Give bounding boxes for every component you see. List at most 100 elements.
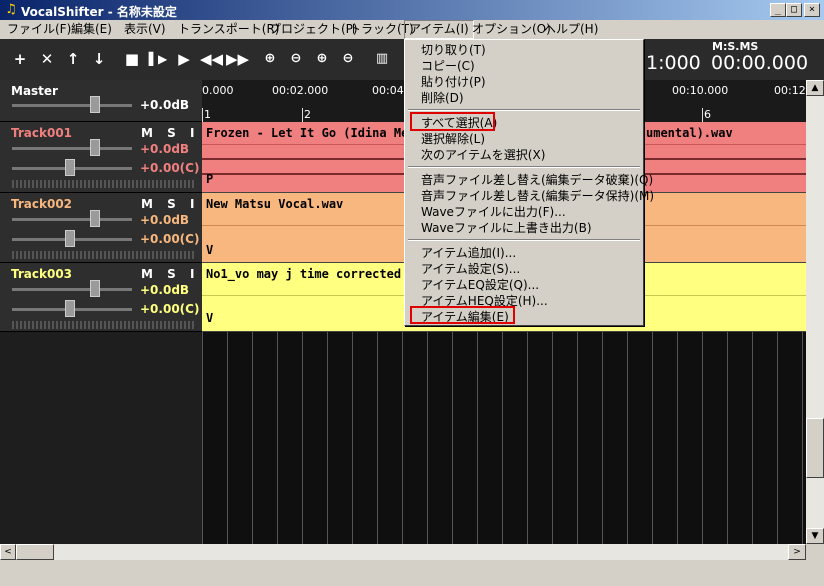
menu-paste[interactable]: 貼り付け(P): [421, 74, 486, 90]
menu-export-wave[interactable]: Waveファイルに出力(F)...: [421, 204, 566, 220]
menu-separator: [408, 109, 640, 111]
menu-select-next[interactable]: 次のアイテムを選択(X): [421, 147, 545, 163]
track-pan-value: +0.00(C): [140, 232, 200, 246]
track-volume-slider[interactable]: [12, 210, 132, 227]
master-volume-slider[interactable]: [12, 96, 132, 113]
timeline-grid[interactable]: [202, 332, 806, 544]
track-header-2: Track002 M S I +0.0dB +0.00(C): [0, 193, 202, 263]
scroll-right-button[interactable]: >: [788, 544, 806, 560]
msi-buttons[interactable]: M S I: [141, 197, 199, 211]
track-pan-value: +0.00(C): [140, 161, 200, 175]
horizontal-scrollbar[interactable]: < >: [0, 544, 806, 560]
rewind-icon[interactable]: ◀◀: [200, 49, 223, 69]
menu-edit[interactable]: 編集(E): [67, 20, 116, 39]
msi-buttons[interactable]: M S I: [141, 267, 199, 281]
empty-track-area: [0, 332, 202, 544]
clip-name: New Matsu Vocal.wav: [206, 197, 344, 211]
clip-name-tail: umental).wav: [646, 126, 733, 140]
slider-knob[interactable]: [65, 230, 75, 247]
track-pan-slider[interactable]: [12, 230, 132, 247]
title-bar: ♫ VocalShifter - 名称未設定 _ □ ×: [0, 0, 824, 20]
zoom-horizontal-out-icon[interactable]: ⊖: [286, 49, 306, 69]
move-up-icon[interactable]: ↑: [63, 49, 83, 69]
menu-file[interactable]: ファイル(F): [3, 20, 75, 39]
menu-view[interactable]: 表示(V): [120, 20, 170, 39]
menu-item-settings[interactable]: アイテム設定(S)...: [421, 261, 520, 277]
slider-knob[interactable]: [90, 96, 100, 113]
clip-letter: V: [206, 311, 214, 325]
track-gain-value: +0.0dB: [140, 213, 190, 227]
scroll-left-button[interactable]: <: [0, 544, 16, 560]
track-name: Track002: [11, 197, 73, 211]
play-from-cursor-icon[interactable]: ▌▶: [148, 49, 168, 69]
move-down-icon[interactable]: ↓: [89, 49, 109, 69]
slider-knob[interactable]: [90, 139, 100, 156]
track-pan-slider[interactable]: [12, 159, 132, 176]
select-all-highlight: [410, 112, 495, 131]
vertical-scroll-thumb[interactable]: [806, 418, 824, 478]
track-volume-slider[interactable]: [12, 280, 132, 297]
menu-deselect[interactable]: 選択解除(L): [421, 131, 485, 147]
menu-replace-audio-discard[interactable]: 音声ファイル差し替え(編集データ破棄)(Q): [421, 172, 653, 188]
track-pan-slider[interactable]: [12, 300, 132, 317]
clip-name: Frozen - Let It Go (Idina Menz: [206, 126, 423, 140]
close-button[interactable]: ×: [804, 3, 820, 17]
ruler-label: 0.000: [202, 84, 234, 97]
ruler-label: 00:10.000: [672, 84, 729, 97]
item-menu-dropdown: 切り取り(T) コピー(C) 貼り付け(P) 削除(D) すべて選択(A) 選択…: [404, 39, 654, 326]
app-window: ♫ VocalShifter - 名称未設定 _ □ × ファイル(F) 編集(…: [0, 0, 824, 586]
menu-replace-audio-keep[interactable]: 音声ファイル差し替え(編集データ保持)(M): [421, 188, 654, 204]
menu-help[interactable]: ヘルプ(H): [540, 20, 602, 39]
menu-add-item[interactable]: アイテム追加(I)...: [421, 245, 516, 261]
slider-knob[interactable]: [65, 300, 75, 317]
track-gain-value: +0.0dB: [140, 283, 190, 297]
play-icon[interactable]: ▶: [174, 49, 194, 69]
menu-cut[interactable]: 切り取り(T): [421, 42, 486, 58]
track-pan-value: +0.00(C): [140, 302, 200, 316]
slider-knob[interactable]: [90, 210, 100, 227]
slider-knob[interactable]: [65, 159, 75, 176]
vertical-scrollbar[interactable]: ▲ ▼: [806, 80, 824, 544]
master-track-header: Master +0.0dB: [0, 80, 202, 122]
track-gain-value: +0.0dB: [140, 142, 190, 156]
scroll-down-button[interactable]: ▼: [806, 528, 824, 544]
master-gain-value: +0.0dB: [140, 98, 190, 112]
track-header-1: Track001 M S I +0.0dB +0.00(C): [0, 122, 202, 193]
scroll-up-button[interactable]: ▲: [806, 80, 824, 96]
book-icon[interactable]: ▥: [372, 49, 392, 69]
zoom-out-icon[interactable]: ⊖: [338, 49, 358, 69]
level-meter: [12, 251, 196, 259]
master-name: Master: [11, 84, 58, 98]
menu-delete[interactable]: 削除(D): [421, 90, 464, 106]
clip-letter: V: [206, 243, 214, 257]
fast-forward-icon[interactable]: ▶▶: [226, 49, 249, 69]
clip-letter: P: [206, 172, 214, 186]
menu-item-eq-settings[interactable]: アイテムEQ設定(Q)...: [421, 277, 539, 293]
menu-separator: [408, 239, 640, 241]
menu-bar: ファイル(F) 編集(E) 表示(V) トランスポート(R) プロジェクト(P)…: [0, 20, 824, 39]
ruler-label: 00:02.000: [272, 84, 329, 97]
level-meter: [12, 180, 196, 188]
add-track-icon[interactable]: +: [10, 49, 30, 69]
horizontal-scroll-thumb[interactable]: [16, 544, 54, 560]
menu-copy[interactable]: コピー(C): [421, 58, 475, 74]
track-volume-slider[interactable]: [12, 139, 132, 156]
minimize-button[interactable]: _: [770, 3, 786, 17]
maximize-button[interactable]: □: [786, 3, 802, 17]
menu-item[interactable]: アイテム(I): [404, 20, 474, 39]
editor-area: Master +0.0dB 0.000 00:02.000 00:04 00:1…: [0, 80, 806, 544]
msi-buttons[interactable]: M S I: [141, 126, 199, 140]
app-music-icon: ♫: [5, 2, 17, 17]
bar-number: 2: [304, 108, 311, 121]
zoom-horizontal-in-icon[interactable]: ⊕: [260, 49, 280, 69]
ruler-label: 00:04: [372, 84, 404, 97]
delete-track-icon[interactable]: ✕: [37, 49, 57, 69]
bar-number: 6: [704, 108, 711, 121]
slider-knob[interactable]: [90, 280, 100, 297]
zoom-in-icon[interactable]: ⊕: [312, 49, 332, 69]
stop-icon[interactable]: ■: [122, 49, 142, 69]
menu-overwrite-wave[interactable]: Waveファイルに上書き出力(B): [421, 220, 592, 236]
ruler-label: 00:12: [774, 84, 806, 97]
track-name: Track001: [11, 126, 73, 140]
level-meter: [12, 321, 196, 329]
